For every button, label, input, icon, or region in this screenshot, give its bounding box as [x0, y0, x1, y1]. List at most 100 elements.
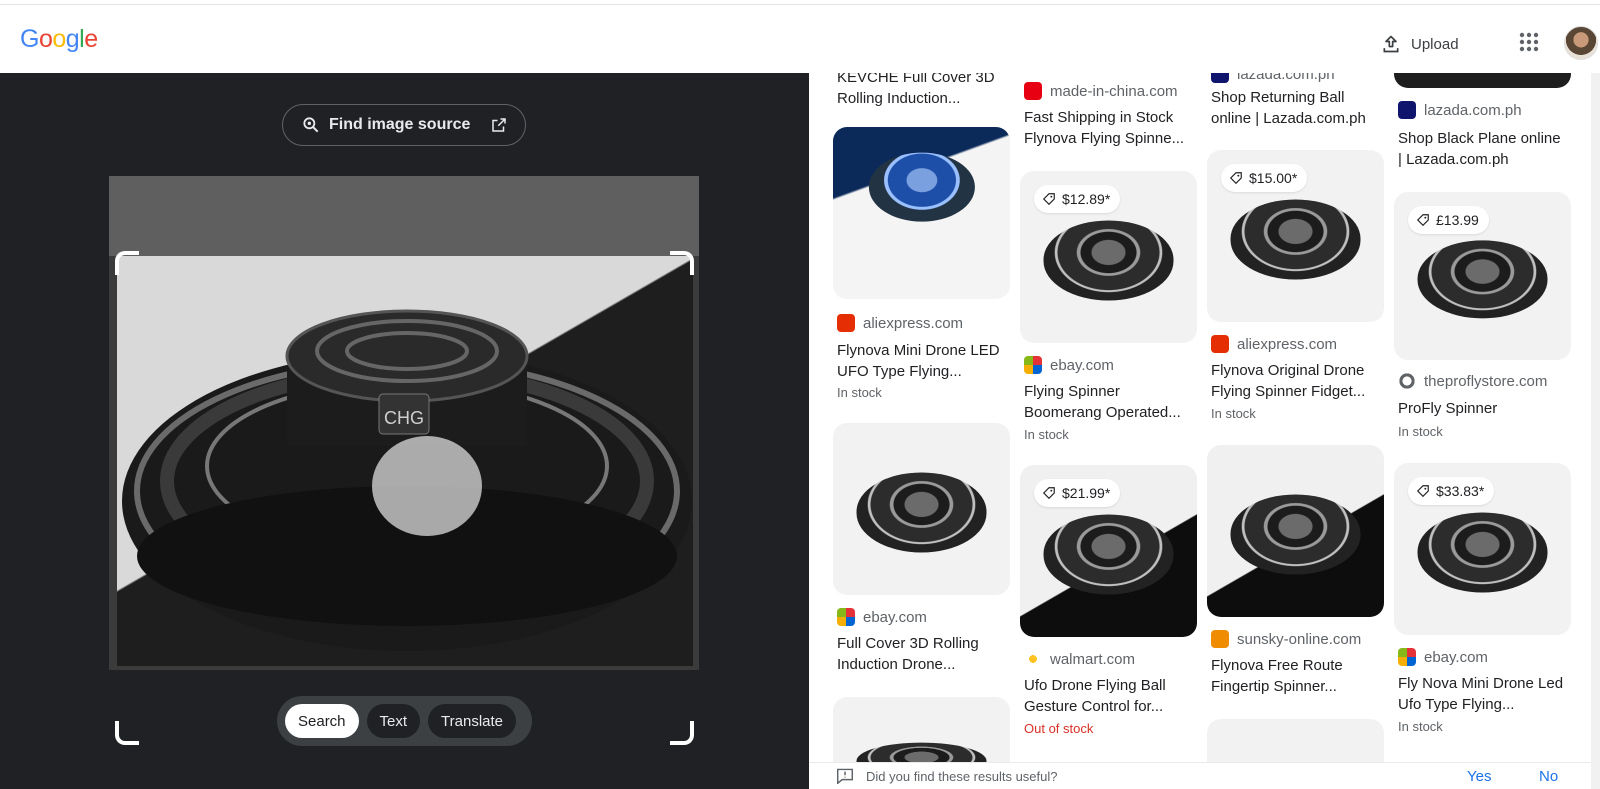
- stock-status: In stock: [1024, 427, 1069, 442]
- source-domain: lazada.com.ph: [1424, 101, 1522, 119]
- stock-status: Out of stock: [1024, 721, 1094, 736]
- result-source: walmart.com: [1024, 650, 1135, 668]
- result-thumbnail: $12.89*: [1020, 171, 1197, 343]
- price-tag-icon: [1042, 487, 1055, 500]
- result-title: Fly Nova Mini Drone Led Ufo Type Flying.…: [1398, 675, 1564, 713]
- find-image-source-button[interactable]: Find image source: [282, 104, 526, 146]
- aliexpress-favicon-icon: [837, 314, 855, 332]
- aliexpress-favicon-icon: [1211, 335, 1229, 353]
- source-domain: made-in-china.com: [1050, 82, 1178, 100]
- source-domain: aliexpress.com: [863, 314, 964, 332]
- result-title: Flying Spinner Boomerang Operated...: [1024, 383, 1181, 421]
- results-scrollbar[interactable]: [1591, 73, 1600, 789]
- result-title: Full Cover 3D Rolling Induction Drone...: [837, 635, 979, 673]
- stock-status: In stock: [837, 385, 882, 400]
- result-title: KEVCHE Full Cover 3D Rolling Induction..…: [837, 73, 995, 107]
- crop-handle-top-left[interactable]: [115, 251, 139, 275]
- tab-search[interactable]: Search: [285, 704, 359, 738]
- price-tag-icon: [1042, 193, 1055, 206]
- lazada-favicon-icon: [1211, 73, 1229, 83]
- visual-matches-panel: KEVCHE Full Cover 3D Rolling Induction..…: [809, 73, 1591, 789]
- logo-letter: e: [84, 25, 98, 53]
- logo-letter: G: [20, 25, 39, 53]
- price-tag-icon: [1229, 172, 1242, 185]
- made-in-china-favicon-icon: [1024, 82, 1042, 100]
- product-image: [1230, 199, 1361, 279]
- logo-letter: o: [52, 25, 66, 53]
- result-thumbnail: [833, 127, 1010, 299]
- upload-label: Upload: [1411, 35, 1459, 53]
- upload-button[interactable]: Upload: [1381, 27, 1459, 61]
- source-domain: ebay.com: [863, 608, 927, 626]
- result-source: lazada.com.ph: [1211, 73, 1335, 83]
- google-logo[interactable]: Google: [20, 25, 98, 54]
- price-tag: $15.00*: [1221, 164, 1308, 192]
- result-thumbnail: $33.83*: [1394, 463, 1571, 635]
- price-value: £13.99: [1436, 212, 1479, 228]
- logo-letter: g: [65, 25, 80, 53]
- tab-text[interactable]: Text: [366, 704, 421, 738]
- result-title: Flynova Mini Drone LED UFO Type Flying..…: [837, 342, 1000, 380]
- result-source: theproflystore.com: [1398, 372, 1547, 390]
- feedback-question: Did you find these results useful?: [866, 769, 1058, 784]
- open-external-icon: [492, 118, 507, 132]
- price-tag: $21.99*: [1034, 479, 1121, 507]
- result-source: lazada.com.ph: [1398, 101, 1522, 119]
- price-value: $33.83*: [1436, 483, 1485, 499]
- source-domain: walmart.com: [1050, 650, 1136, 668]
- result-source: aliexpress.com: [837, 314, 963, 332]
- logo-letter: o: [38, 25, 53, 53]
- ebay-favicon-icon: [837, 608, 855, 626]
- crop-handle-bottom-left[interactable]: [115, 721, 139, 745]
- result-source: ebay.com: [837, 608, 927, 626]
- source-domain: aliexpress.com: [1237, 335, 1338, 353]
- product-badge-text: CHG: [384, 408, 424, 428]
- result-source: sunsky-online.com: [1211, 630, 1361, 648]
- result-title: Shop Returning Ball online | Lazada.com.…: [1211, 89, 1366, 127]
- image-dim-overlay: [109, 176, 699, 256]
- drone-image: CHG: [122, 309, 692, 651]
- feedback-no-button[interactable]: No: [1539, 768, 1558, 785]
- ebay-favicon-icon: [1024, 356, 1042, 374]
- crop-region[interactable]: CHG: [117, 256, 693, 666]
- globe-icon: [1398, 372, 1416, 390]
- find-image-source-label: Find image source: [329, 116, 471, 133]
- account-avatar[interactable]: [1564, 26, 1598, 60]
- crop-handle-bottom-right[interactable]: [670, 721, 694, 745]
- stock-status: In stock: [1211, 406, 1256, 421]
- lazada-favicon-icon: [1398, 101, 1416, 119]
- product-image: [856, 472, 987, 552]
- walmart-favicon-icon: [1024, 650, 1042, 668]
- result-title: Fast Shipping in Stock Flynova Flying Sp…: [1024, 109, 1185, 147]
- source-domain: sunsky-online.com: [1237, 630, 1362, 648]
- tab-translate[interactable]: Translate: [428, 704, 517, 738]
- crop-handle-top-right[interactable]: [670, 251, 694, 275]
- feedback-icon: [837, 768, 853, 784]
- lens-search-icon: [303, 117, 319, 133]
- price-tag-icon: [1416, 214, 1429, 227]
- price-value: $15.00*: [1249, 170, 1298, 186]
- apps-grid-icon[interactable]: [1517, 30, 1541, 54]
- ebay-favicon-icon: [1398, 648, 1416, 666]
- result-source: made-in-china.com: [1024, 82, 1178, 100]
- product-image: [1043, 220, 1174, 300]
- upload-icon: [1383, 35, 1399, 53]
- result-title: Shop Black Plane online | Lazada.com.ph: [1398, 130, 1561, 168]
- sunsky-favicon-icon: [1211, 630, 1229, 648]
- price-value: $21.99*: [1062, 485, 1111, 501]
- price-value: $12.89*: [1062, 191, 1111, 207]
- result-thumbnail: [1394, 73, 1571, 88]
- stock-status: In stock: [1398, 719, 1443, 734]
- feedback-bar: Did you find these results useful? Yes N…: [809, 762, 1591, 789]
- price-tag: $33.83*: [1408, 477, 1495, 505]
- product-image: [868, 152, 975, 222]
- result-thumbnail: [833, 423, 1010, 595]
- result-title: Flynova Original Drone Flying Spinner Fi…: [1211, 362, 1366, 400]
- feedback-yes-button[interactable]: Yes: [1467, 768, 1491, 785]
- source-domain: lazada.com.ph: [1237, 73, 1335, 83]
- source-domain: ebay.com: [1050, 356, 1114, 374]
- uploaded-image: CHG: [109, 176, 699, 670]
- product-image: [1417, 240, 1548, 318]
- result-title: ProFly Spinner: [1398, 400, 1498, 417]
- result-source: ebay.com: [1398, 648, 1488, 666]
